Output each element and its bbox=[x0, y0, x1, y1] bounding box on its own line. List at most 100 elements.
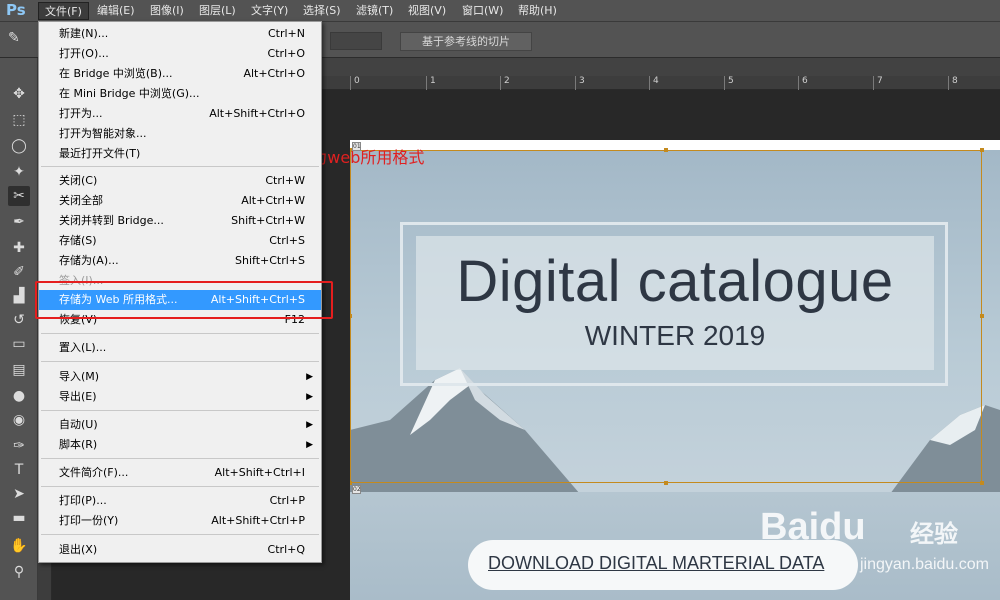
menu-view[interactable]: 视图(V) bbox=[402, 2, 452, 20]
menu-item-close[interactable]: 关闭(C) Ctrl+W bbox=[39, 171, 321, 191]
menu-item-label: 存储为(A)... bbox=[59, 254, 119, 267]
menu-separator bbox=[41, 361, 319, 362]
menu-item-label: 存储(S) bbox=[59, 234, 97, 247]
watermark-chinese: 经验 bbox=[910, 520, 958, 548]
slice-handle[interactable] bbox=[664, 148, 668, 152]
menu-help[interactable]: 帮助(H) bbox=[512, 2, 563, 20]
shape-tool-icon[interactable]: ▬ bbox=[8, 508, 30, 528]
blur-icon[interactable]: ● bbox=[8, 386, 30, 406]
ruler-number: 5 bbox=[728, 76, 734, 86]
menu-item-shortcut: Ctrl+O bbox=[267, 47, 305, 60]
zoom-tool-icon[interactable]: ⚲ bbox=[8, 562, 30, 582]
menu-item-label: 在 Bridge 中浏览(B)... bbox=[59, 67, 173, 80]
menu-item-label: 关闭全部 bbox=[59, 194, 103, 207]
menu-item-save[interactable]: 存储(S) Ctrl+S bbox=[39, 231, 321, 251]
menu-item-import[interactable]: 导入(M) ▶ bbox=[39, 367, 321, 387]
menu-item-label: 关闭并转到 Bridge... bbox=[59, 214, 164, 227]
ruler-tick bbox=[575, 76, 576, 90]
ruler-tick bbox=[426, 76, 427, 90]
pen-icon[interactable]: ✑ bbox=[8, 436, 30, 456]
menu-item-label: 新建(N)... bbox=[59, 27, 109, 40]
marquee-tool-icon[interactable]: ⬚ bbox=[8, 110, 30, 130]
ruler-number: 8 bbox=[952, 76, 958, 86]
eyedropper-icon[interactable]: ✒ bbox=[8, 212, 30, 232]
menu-item-close-all[interactable]: 关闭全部 Alt+Ctrl+W bbox=[39, 191, 321, 211]
menu-image[interactable]: 图像(I) bbox=[144, 2, 190, 20]
menu-item-browse-mini-bridge[interactable]: 在 Mini Bridge 中浏览(G)... bbox=[39, 84, 321, 104]
menu-item-open[interactable]: 打开(O)... Ctrl+O bbox=[39, 44, 321, 64]
history-brush-icon[interactable]: ↺ bbox=[8, 310, 30, 330]
menu-item-shortcut: Ctrl+N bbox=[267, 27, 305, 40]
slice-number-tag: 02 bbox=[352, 485, 361, 494]
slice-handle[interactable] bbox=[350, 314, 352, 318]
ruler-tick bbox=[500, 76, 501, 90]
menu-item-shortcut: Ctrl+S bbox=[269, 234, 305, 247]
watermark-url: jingyan.baidu.com bbox=[860, 556, 989, 573]
hand-tool-icon[interactable]: ✋ bbox=[8, 536, 30, 556]
menu-edit[interactable]: 编辑(E) bbox=[91, 2, 141, 20]
slice-tool-icon[interactable]: ✎ bbox=[8, 30, 28, 50]
menu-item-label: 在 Mini Bridge 中浏览(G)... bbox=[59, 87, 200, 100]
menu-item-shortcut: Alt+Ctrl+W bbox=[241, 194, 305, 207]
options-field[interactable] bbox=[330, 32, 382, 50]
menu-item-place[interactable]: 置入(L)... bbox=[39, 338, 321, 358]
slice-handle[interactable] bbox=[980, 148, 984, 152]
menu-item-print-one-copy[interactable]: 打印一份(Y) Alt+Shift+Ctrl+P bbox=[39, 511, 321, 531]
menu-separator bbox=[41, 534, 319, 535]
menu-layer[interactable]: 图层(L) bbox=[193, 2, 242, 20]
menu-item-export[interactable]: 导出(E) ▶ bbox=[39, 387, 321, 407]
slice-tool-icon[interactable]: ✂ bbox=[8, 186, 30, 206]
ruler-number: 0 bbox=[354, 76, 360, 86]
lasso-tool-icon[interactable]: ◯ bbox=[8, 136, 30, 156]
ruler-number: 3 bbox=[579, 76, 585, 86]
dodge-icon[interactable]: ◉ bbox=[8, 410, 30, 430]
menu-item-label: 关闭(C) bbox=[59, 174, 98, 187]
brush-icon[interactable]: ✐ bbox=[8, 262, 30, 282]
menu-item-open-smart-object[interactable]: 打开为智能对象... bbox=[39, 124, 321, 144]
menu-item-browse-bridge[interactable]: 在 Bridge 中浏览(B)... Alt+Ctrl+O bbox=[39, 64, 321, 84]
baidu-watermark: Baidu 经验 jingyan.baidu.com bbox=[760, 506, 990, 582]
menu-item-label: 脚本(R) bbox=[59, 438, 98, 451]
menu-item-label: 文件简介(F)... bbox=[59, 466, 129, 479]
slices-from-guides-button[interactable]: 基于参考线的切片 bbox=[400, 32, 532, 51]
menu-item-label: 置入(L)... bbox=[59, 341, 107, 354]
type-tool-icon[interactable]: T bbox=[8, 460, 30, 480]
gradient-icon[interactable]: ▤ bbox=[8, 360, 30, 380]
menu-item-open-as[interactable]: 打开为... Alt+Shift+Ctrl+O bbox=[39, 104, 321, 124]
menu-item-automate[interactable]: 自动(U) ▶ bbox=[39, 415, 321, 435]
menu-item-save-as[interactable]: 存储为(A)... Shift+Ctrl+S bbox=[39, 251, 321, 271]
menu-item-new[interactable]: 新建(N)... Ctrl+N bbox=[39, 24, 321, 44]
slice-selection[interactable] bbox=[350, 150, 982, 483]
menu-separator bbox=[41, 458, 319, 459]
menu-item-close-go-bridge[interactable]: 关闭并转到 Bridge... Shift+Ctrl+W bbox=[39, 211, 321, 231]
magic-wand-icon[interactable]: ✦ bbox=[8, 162, 30, 182]
ruler-tick bbox=[798, 76, 799, 90]
ruler-number: 4 bbox=[653, 76, 659, 86]
menu-separator bbox=[41, 410, 319, 411]
menu-item-scripts[interactable]: 脚本(R) ▶ bbox=[39, 435, 321, 455]
menu-type[interactable]: 文字(Y) bbox=[245, 2, 294, 20]
path-select-icon[interactable]: ➤ bbox=[8, 484, 30, 504]
slice-handle[interactable] bbox=[980, 314, 984, 318]
stamp-icon[interactable]: ▟ bbox=[8, 286, 30, 306]
menu-item-recent-files[interactable]: 最近打开文件(T) bbox=[39, 144, 321, 164]
menu-separator bbox=[41, 333, 319, 334]
ruler-number: 2 bbox=[504, 76, 510, 86]
menu-item-exit[interactable]: 退出(X) Ctrl+Q bbox=[39, 540, 321, 560]
menu-item-label: 打开为... bbox=[59, 107, 103, 120]
menu-item-file-info[interactable]: 文件简介(F)... Alt+Shift+Ctrl+I bbox=[39, 463, 321, 483]
menu-item-print[interactable]: 打印(P)... Ctrl+P bbox=[39, 491, 321, 511]
healing-brush-icon[interactable]: ✚ bbox=[8, 238, 30, 258]
slice-handle[interactable] bbox=[664, 481, 668, 485]
slice-handle[interactable] bbox=[980, 481, 984, 485]
toolbox: ✥ ⬚ ◯ ✦ ✂ ✒ ✚ ✐ ▟ ↺ ▭ ▤ ● ◉ ✑ T ➤ ▬ ✋ ⚲ bbox=[0, 58, 38, 600]
menu-file[interactable]: 文件(F) bbox=[38, 2, 89, 20]
ruler-number: 6 bbox=[802, 76, 808, 86]
menu-item-label: 打印一份(Y) bbox=[59, 514, 119, 527]
menu-select[interactable]: 选择(S) bbox=[297, 2, 347, 20]
menu-item-label: 导入(M) bbox=[59, 370, 100, 383]
menu-window[interactable]: 窗口(W) bbox=[456, 2, 509, 20]
eraser-icon[interactable]: ▭ bbox=[8, 334, 30, 354]
move-tool-icon[interactable]: ✥ bbox=[8, 84, 30, 104]
menu-filter[interactable]: 滤镜(T) bbox=[350, 2, 399, 20]
